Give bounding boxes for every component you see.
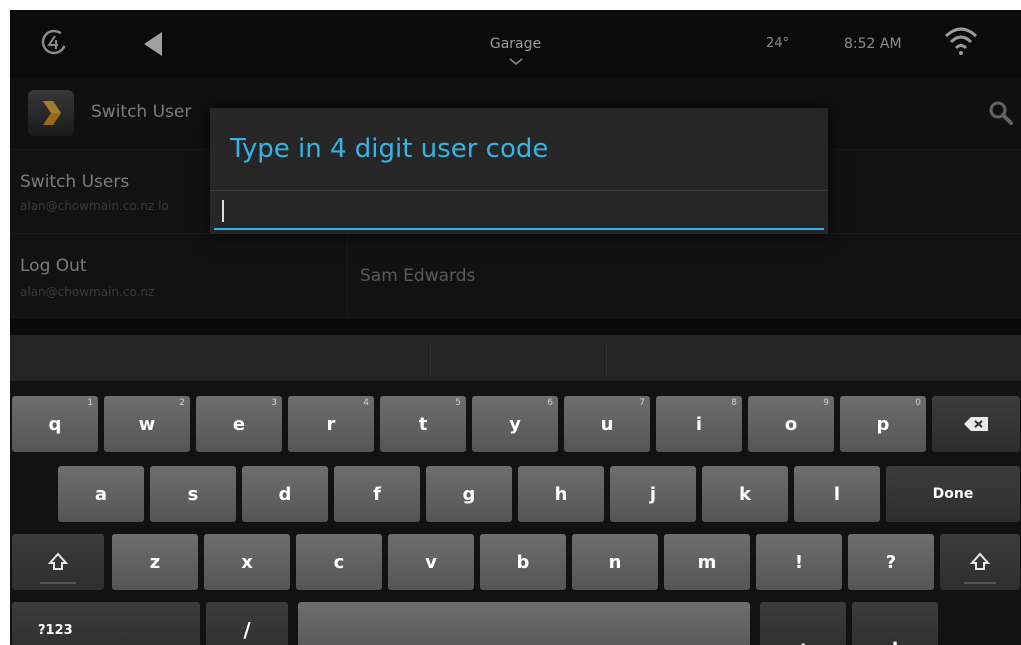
key-t[interactable]: t5 [380, 396, 466, 452]
key-q[interactable]: q1 [12, 396, 98, 452]
key-hint: 3 [271, 398, 277, 408]
key-o[interactable]: o9 [748, 396, 834, 452]
wifi-icon [944, 27, 978, 55]
shift-left-key[interactable] [12, 534, 104, 590]
key-z[interactable]: z [112, 534, 198, 590]
key-label: w [138, 413, 156, 435]
key-label: o [784, 413, 798, 435]
key-hint: 8 [731, 398, 737, 408]
key-hint: 7 [639, 398, 645, 408]
temperature: 24° [766, 36, 790, 51]
key-label: y [509, 413, 521, 435]
key-label: e [232, 413, 246, 435]
key-label: u [600, 413, 614, 435]
key-question[interactable]: ? [848, 534, 934, 590]
key-slash[interactable]: / [206, 602, 288, 645]
key-l[interactable]: l [794, 466, 880, 522]
key-m[interactable]: m [664, 534, 750, 590]
key-h[interactable]: h [518, 466, 604, 522]
user-code-dialog: Type in 4 digit user code [210, 108, 828, 234]
done-key[interactable]: Done [886, 466, 1020, 522]
key-v[interactable]: v [388, 534, 474, 590]
key-hint: 4 [363, 398, 369, 408]
shift-icon [48, 552, 68, 570]
key-label: t [418, 413, 428, 435]
key-hint: 0 [915, 398, 921, 408]
chevron-down-icon[interactable] [509, 58, 523, 66]
key-i[interactable]: i8 [656, 396, 742, 452]
key-c[interactable]: c [296, 534, 382, 590]
shift-indicator [964, 582, 996, 584]
soft-keyboard: q1 w2 e3 r4 t5 y6 u7 i8 o9 p0 a s d f g … [10, 335, 1021, 645]
dialog-title: Type in 4 digit user code [230, 134, 549, 164]
shift-icon [970, 552, 990, 570]
suggestion-strip [10, 335, 1021, 381]
key-hint: 2 [179, 398, 185, 408]
key-g[interactable]: g [426, 466, 512, 522]
key-label: r [326, 413, 336, 435]
key-exclamation[interactable]: ! [756, 534, 842, 590]
key-label: i [695, 413, 703, 435]
tablet-screen: Garage 24° 8:52 AM Switch User Switch Us… [10, 10, 1021, 645]
key-d[interactable]: d [242, 466, 328, 522]
key-comma[interactable]: , [760, 602, 846, 645]
key-label: q [48, 413, 62, 435]
key-w[interactable]: w2 [104, 396, 190, 452]
key-hint: 6 [547, 398, 553, 408]
key-s[interactable]: s [150, 466, 236, 522]
key-u[interactable]: u7 [564, 396, 650, 452]
text-cursor [222, 200, 224, 222]
key-y[interactable]: y6 [472, 396, 558, 452]
symbols-key[interactable]: ?123 [12, 602, 200, 645]
key-hint: 1 [87, 398, 93, 408]
dialog-divider [210, 190, 828, 191]
suggestion-divider [430, 343, 431, 375]
shift-right-key[interactable] [940, 534, 1020, 590]
key-hint: 9 [823, 398, 829, 408]
key-b[interactable]: b [480, 534, 566, 590]
key-j[interactable]: j [610, 466, 696, 522]
key-hint: 5 [455, 398, 461, 408]
status-bar: Garage 24° 8:52 AM [10, 10, 1021, 78]
key-k[interactable]: k [702, 466, 788, 522]
user-code-input[interactable] [214, 194, 824, 230]
key-label: p [876, 413, 890, 435]
clock: 8:52 AM [844, 36, 902, 52]
key-period[interactable]: . [852, 602, 938, 645]
key-e[interactable]: e3 [196, 396, 282, 452]
shift-indicator [39, 582, 77, 584]
key-r[interactable]: r4 [288, 396, 374, 452]
suggestion-divider [606, 343, 607, 375]
key-f[interactable]: f [334, 466, 420, 522]
key-a[interactable]: a [58, 466, 144, 522]
key-n[interactable]: n [572, 534, 658, 590]
backspace-key[interactable] [932, 396, 1020, 452]
key-p[interactable]: p0 [840, 396, 926, 452]
space-key[interactable] [298, 602, 750, 645]
backspace-icon [964, 417, 988, 431]
key-x[interactable]: x [204, 534, 290, 590]
